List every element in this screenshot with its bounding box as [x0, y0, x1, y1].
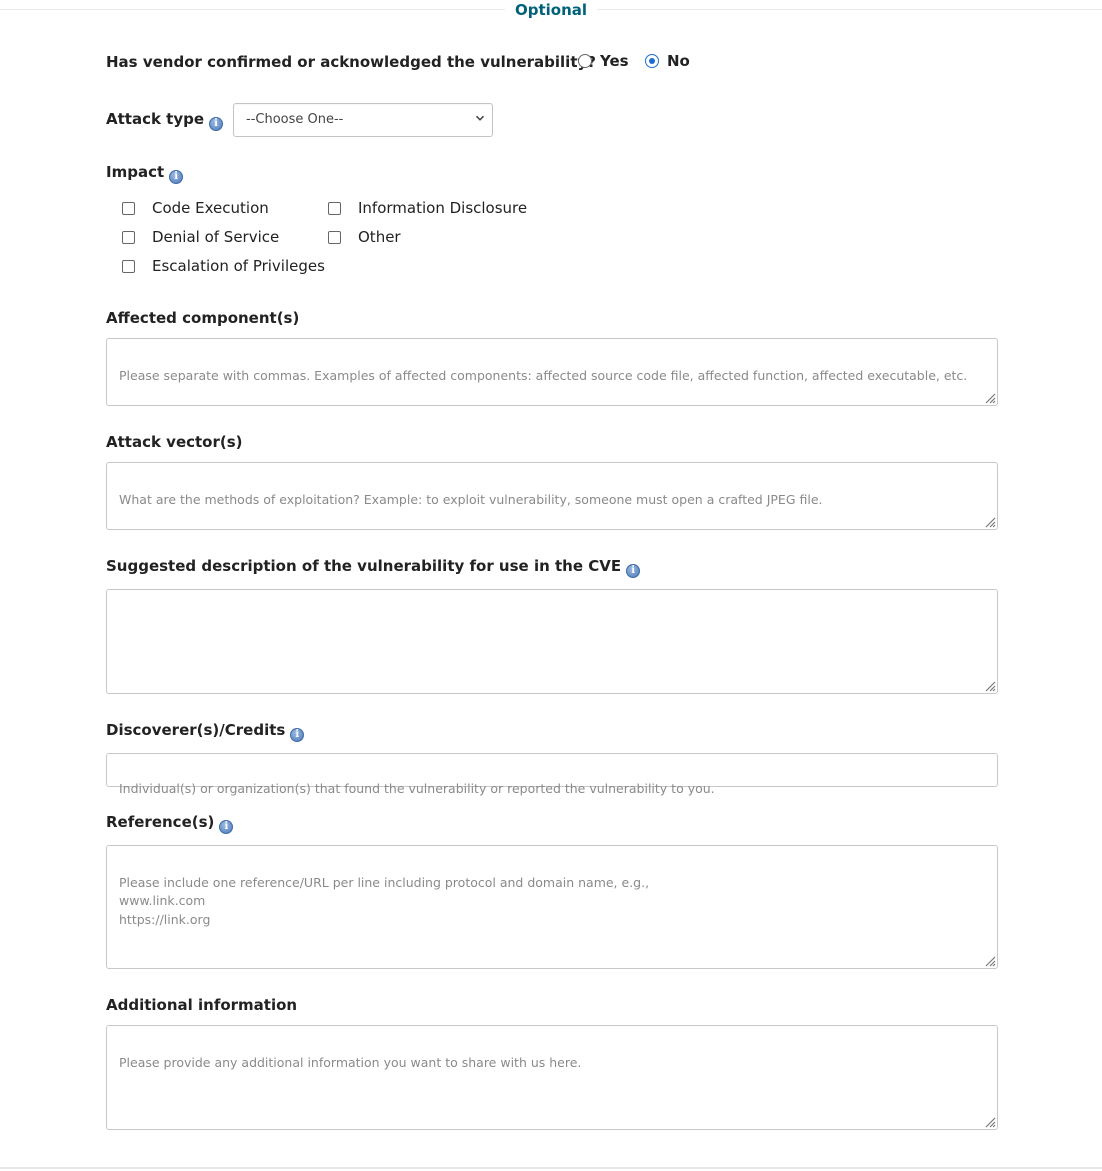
- impact-code-execution[interactable]: Code Execution: [122, 199, 269, 217]
- vulnerability-form-optional-section: Optional Has vendor confirmed or acknowl…: [0, 0, 1102, 1171]
- radio-no-label: No: [667, 52, 690, 70]
- section-title: Optional: [0, 1, 1102, 19]
- discoverers-placeholder: Individual(s) or organization(s) that fo…: [119, 780, 715, 796]
- section-bottom-divider: [0, 1167, 1102, 1169]
- impact-other[interactable]: Other: [328, 228, 401, 246]
- attack-vectors-placeholder: What are the methods of exploitation? Ex…: [119, 491, 823, 507]
- impact-label: Impact i: [106, 163, 184, 184]
- attack-vectors-textarea[interactable]: What are the methods of exploitation? Ex…: [106, 462, 998, 530]
- attack-type-label: Attack type i: [106, 110, 224, 131]
- impact-information-disclosure[interactable]: Information Disclosure: [328, 199, 527, 217]
- suggested-description-textarea[interactable]: [106, 589, 998, 694]
- resize-grip-icon[interactable]: [983, 515, 996, 528]
- additional-info-placeholder: Please provide any additional informatio…: [119, 1054, 582, 1070]
- info-icon[interactable]: i: [209, 117, 224, 131]
- checkbox-label: Denial of Service: [152, 228, 280, 246]
- attack-vectors-label: Attack vector(s): [106, 433, 243, 451]
- discoverers-label-text: Discoverer(s)/Credits: [106, 721, 286, 739]
- references-textarea[interactable]: Please include one reference/URL per lin…: [106, 845, 998, 969]
- radio-yes-label: Yes: [600, 52, 629, 70]
- checkbox[interactable]: [122, 259, 135, 273]
- resize-grip-icon[interactable]: [983, 954, 996, 967]
- checkbox[interactable]: [328, 230, 341, 244]
- affected-components-placeholder: Please separate with commas. Examples of…: [119, 367, 968, 383]
- checkbox[interactable]: [122, 230, 135, 244]
- vendor-confirmed-yes-option[interactable]: Yes: [578, 52, 629, 70]
- info-icon[interactable]: i: [169, 170, 184, 184]
- discoverers-label: Discoverer(s)/Credits i: [106, 721, 305, 742]
- affected-components-textarea[interactable]: Please separate with commas. Examples of…: [106, 338, 998, 406]
- info-icon[interactable]: i: [219, 820, 234, 834]
- additional-info-textarea[interactable]: Please provide any additional informatio…: [106, 1025, 998, 1130]
- affected-components-label: Affected component(s): [106, 309, 300, 327]
- references-label-text: Reference(s): [106, 813, 215, 831]
- vendor-confirmed-label: Has vendor confirmed or acknowledged the…: [106, 53, 596, 71]
- impact-escalation-of-privileges[interactable]: Escalation of Privileges: [122, 257, 325, 275]
- discoverers-input[interactable]: Individual(s) or organization(s) that fo…: [106, 753, 998, 796]
- attack-type-select[interactable]: --Choose One--: [233, 103, 493, 137]
- references-label: Reference(s) i: [106, 813, 234, 834]
- chevron-down-icon: [475, 113, 485, 126]
- info-icon[interactable]: i: [626, 564, 641, 578]
- radio-yes[interactable]: [578, 54, 592, 68]
- checkbox-label: Other: [358, 228, 401, 246]
- radio-no[interactable]: [645, 54, 659, 68]
- checkbox-label: Escalation of Privileges: [152, 257, 325, 275]
- suggested-description-label-text: Suggested description of the vulnerabili…: [106, 557, 622, 575]
- checkbox[interactable]: [328, 201, 341, 215]
- references-placeholder: Please include one reference/URL per lin…: [119, 874, 650, 927]
- info-icon[interactable]: i: [290, 728, 305, 742]
- vendor-confirmed-no-option[interactable]: No: [645, 52, 690, 70]
- suggested-description-label: Suggested description of the vulnerabili…: [106, 557, 641, 578]
- attack-type-label-text: Attack type: [106, 110, 205, 128]
- checkbox[interactable]: [122, 201, 135, 215]
- resize-grip-icon[interactable]: [983, 391, 996, 404]
- impact-label-text: Impact: [106, 163, 165, 181]
- attack-type-selected-value: --Choose One--: [246, 112, 344, 127]
- checkbox-label: Information Disclosure: [358, 199, 528, 217]
- checkbox-label: Code Execution: [152, 199, 269, 217]
- additional-info-label: Additional information: [106, 996, 298, 1014]
- resize-grip-icon[interactable]: [983, 1115, 996, 1128]
- impact-denial-of-service[interactable]: Denial of Service: [122, 228, 279, 246]
- resize-grip-icon[interactable]: [983, 679, 996, 692]
